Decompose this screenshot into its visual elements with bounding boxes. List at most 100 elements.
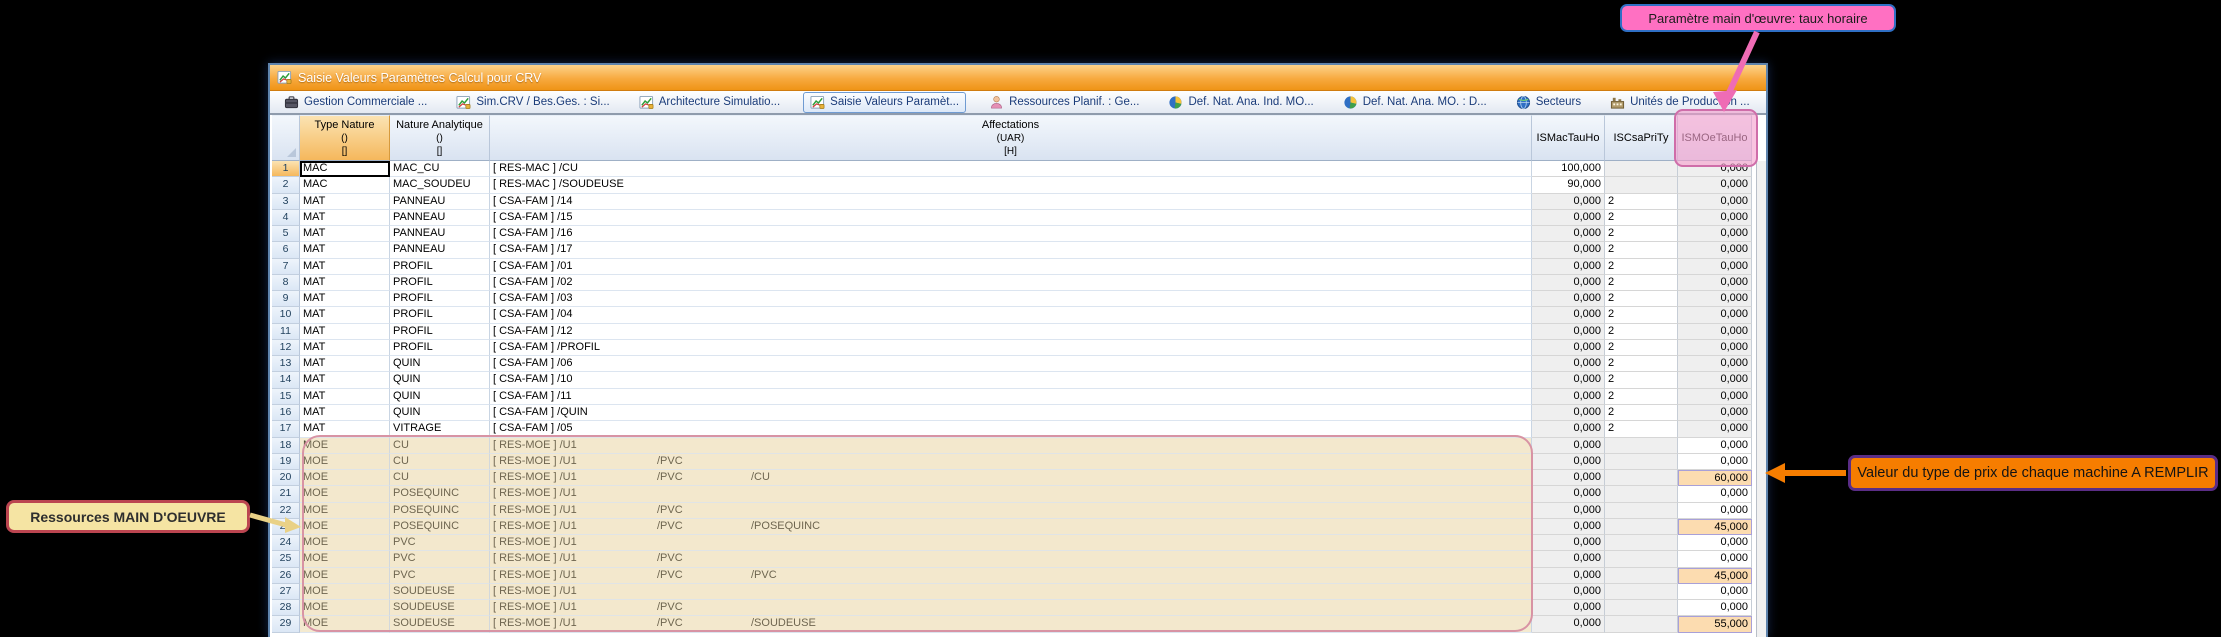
- cell-nature-analytique[interactable]: MAC_SOUDEU: [390, 177, 490, 193]
- cell-ismoetauho[interactable]: 0,000: [1678, 503, 1752, 519]
- cell-ismactauho[interactable]: 0,000: [1532, 438, 1605, 454]
- cell-type-nature[interactable]: MOE: [300, 503, 390, 519]
- cell-ismactauho[interactable]: 0,000: [1532, 226, 1605, 242]
- cell-nature-analytique[interactable]: QUIN: [390, 356, 490, 372]
- cell-iscsaprity[interactable]: [1605, 454, 1678, 470]
- cell-ismactauho[interactable]: 0,000: [1532, 470, 1605, 486]
- cell-affectations[interactable]: [ CSA-FAM ] /PROFIL: [490, 340, 1532, 356]
- cell-type-nature[interactable]: MAT: [300, 226, 390, 242]
- cell-iscsaprity[interactable]: [1605, 551, 1678, 567]
- cell-affectations[interactable]: [ RES-MAC ] /SOUDEUSE: [490, 177, 1532, 193]
- cell-affectations[interactable]: [ RES-MOE ] /U1: [490, 486, 1532, 502]
- cell-type-nature[interactable]: MOE: [300, 616, 390, 632]
- cell-iscsaprity[interactable]: 2: [1605, 389, 1678, 405]
- cell-type-nature[interactable]: MOE: [300, 584, 390, 600]
- cell-nature-analytique[interactable]: QUIN: [390, 405, 490, 421]
- row-header[interactable]: 2: [272, 177, 300, 193]
- cell-affectations[interactable]: [ CSA-FAM ] /QUIN: [490, 405, 1532, 421]
- cell-iscsaprity[interactable]: [1605, 568, 1678, 584]
- cell-affectations[interactable]: [ RES-MOE ] /U1/PVC/CU: [490, 470, 1532, 486]
- cell-ismactauho[interactable]: 0,000: [1532, 503, 1605, 519]
- row-header[interactable]: 10: [272, 307, 300, 323]
- cell-ismoetauho[interactable]: 0,000: [1678, 421, 1752, 437]
- cell-nature-analytique[interactable]: SOUDEUSE: [390, 616, 490, 632]
- cell-ismoetauho[interactable]: 55,000: [1678, 616, 1752, 632]
- row-header[interactable]: 24: [272, 535, 300, 551]
- cell-ismactauho[interactable]: 0,000: [1532, 372, 1605, 388]
- cell-type-nature[interactable]: MOE: [300, 470, 390, 486]
- cell-ismoetauho[interactable]: 0,000: [1678, 584, 1752, 600]
- cell-type-nature[interactable]: MAT: [300, 259, 390, 275]
- row-header[interactable]: 17: [272, 421, 300, 437]
- cell-ismoetauho[interactable]: 0,000: [1678, 438, 1752, 454]
- cell-ismoetauho[interactable]: 0,000: [1678, 177, 1752, 193]
- cell-affectations[interactable]: [ RES-MOE ] /U1/PVC: [490, 503, 1532, 519]
- cell-ismoetauho[interactable]: 0,000: [1678, 242, 1752, 258]
- tab-unites-de-production[interactable]: Unités de Production ...: [1604, 93, 1756, 112]
- cell-affectations[interactable]: [ CSA-FAM ] /15: [490, 210, 1532, 226]
- cell-ismoetauho[interactable]: 0,000: [1678, 551, 1752, 567]
- cell-affectations[interactable]: [ CSA-FAM ] /14: [490, 194, 1532, 210]
- cell-ismoetauho[interactable]: 60,000: [1678, 470, 1752, 486]
- cell-type-nature[interactable]: MOE: [300, 600, 390, 616]
- cell-iscsaprity[interactable]: [1605, 600, 1678, 616]
- row-header[interactable]: 12: [272, 340, 300, 356]
- cell-ismactauho[interactable]: 0,000: [1532, 307, 1605, 323]
- cell-affectations[interactable]: [ RES-MOE ] /U1: [490, 535, 1532, 551]
- cell-affectations[interactable]: [ RES-MOE ] /U1/PVC/POSEQUINC: [490, 519, 1532, 535]
- cell-ismactauho[interactable]: 0,000: [1532, 275, 1605, 291]
- row-header[interactable]: 14: [272, 372, 300, 388]
- row-header[interactable]: 21: [272, 486, 300, 502]
- tab-gestion-commerciale[interactable]: Gestion Commerciale ...: [278, 93, 433, 112]
- tab-sim-crv-bes-ges[interactable]: Sim.CRV / Bes.Ges. : Si...: [450, 93, 615, 112]
- cell-iscsaprity[interactable]: [1605, 438, 1678, 454]
- cell-ismoetauho[interactable]: 0,000: [1678, 389, 1752, 405]
- cell-nature-analytique[interactable]: SOUDEUSE: [390, 600, 490, 616]
- cell-ismoetauho[interactable]: 0,000: [1678, 454, 1752, 470]
- cell-affectations[interactable]: [ CSA-FAM ] /16: [490, 226, 1532, 242]
- cell-iscsaprity[interactable]: 2: [1605, 356, 1678, 372]
- cell-type-nature[interactable]: MAC: [300, 161, 390, 177]
- row-header[interactable]: 13: [272, 356, 300, 372]
- cell-affectations[interactable]: [ RES-MAC ] /CU: [490, 161, 1532, 177]
- cell-ismactauho[interactable]: 100,000: [1532, 161, 1605, 177]
- cell-ismactauho[interactable]: 0,000: [1532, 616, 1605, 632]
- cell-affectations[interactable]: [ RES-MOE ] /U1: [490, 438, 1532, 454]
- cell-affectations[interactable]: [ RES-MOE ] /U1/PVC: [490, 454, 1532, 470]
- cell-type-nature[interactable]: MAT: [300, 194, 390, 210]
- cell-nature-analytique[interactable]: PROFIL: [390, 324, 490, 340]
- row-header[interactable]: 3: [272, 194, 300, 210]
- row-header[interactable]: 19: [272, 454, 300, 470]
- cell-nature-analytique[interactable]: PROFIL: [390, 259, 490, 275]
- cell-ismactauho[interactable]: 0,000: [1532, 519, 1605, 535]
- cell-ismactauho[interactable]: 0,000: [1532, 551, 1605, 567]
- row-header[interactable]: 26: [272, 568, 300, 584]
- cell-iscsaprity[interactable]: 2: [1605, 226, 1678, 242]
- cell-ismoetauho[interactable]: 0,000: [1678, 600, 1752, 616]
- cell-ismactauho[interactable]: 0,000: [1532, 535, 1605, 551]
- tab-architecture-simulation[interactable]: Architecture Simulatio...: [633, 93, 786, 112]
- cell-iscsaprity[interactable]: 2: [1605, 421, 1678, 437]
- cell-affectations[interactable]: [ CSA-FAM ] /06: [490, 356, 1532, 372]
- cell-iscsaprity[interactable]: [1605, 177, 1678, 193]
- row-header[interactable]: 7: [272, 259, 300, 275]
- grid-corner-cell[interactable]: [272, 115, 300, 161]
- cell-nature-analytique[interactable]: CU: [390, 454, 490, 470]
- cell-nature-analytique[interactable]: POSEQUINC: [390, 519, 490, 535]
- cell-type-nature[interactable]: MAC: [300, 177, 390, 193]
- cell-type-nature[interactable]: MOE: [300, 438, 390, 454]
- cell-affectations[interactable]: [ CSA-FAM ] /02: [490, 275, 1532, 291]
- cell-ismactauho[interactable]: 90,000: [1532, 177, 1605, 193]
- cell-nature-analytique[interactable]: CU: [390, 470, 490, 486]
- cell-ismoetauho[interactable]: 45,000: [1678, 519, 1752, 535]
- cell-type-nature[interactable]: MAT: [300, 275, 390, 291]
- cell-type-nature[interactable]: MOE: [300, 551, 390, 567]
- cell-ismoetauho[interactable]: 0,000: [1678, 194, 1752, 210]
- cell-iscsaprity[interactable]: [1605, 535, 1678, 551]
- cell-ismoetauho[interactable]: 0,000: [1678, 161, 1752, 177]
- cell-iscsaprity[interactable]: [1605, 503, 1678, 519]
- cell-type-nature[interactable]: MAT: [300, 405, 390, 421]
- cell-affectations[interactable]: [ CSA-FAM ] /04: [490, 307, 1532, 323]
- column-header-ismactauho[interactable]: ISMacTauHo: [1532, 115, 1605, 161]
- column-header-type-nature[interactable]: Type Nature () []: [300, 115, 390, 161]
